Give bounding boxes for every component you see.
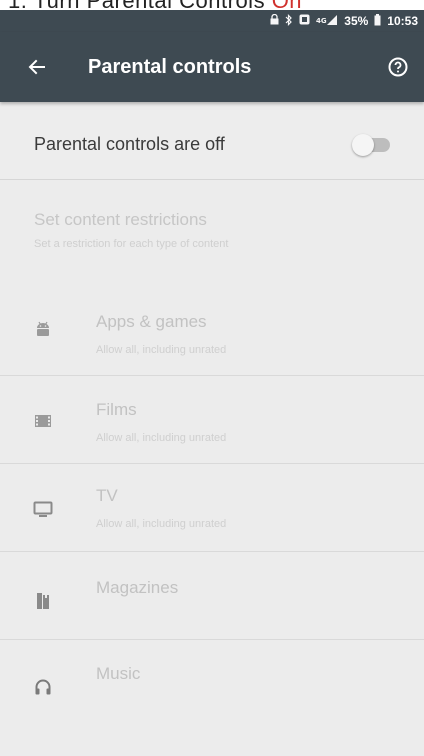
battery-icon bbox=[374, 13, 381, 29]
category-music[interactable]: Music bbox=[0, 640, 424, 728]
parental-controls-toggle-row[interactable]: Parental controls are off bbox=[0, 110, 424, 180]
nfc-icon bbox=[299, 14, 310, 28]
category-apps-games[interactable]: Apps & games Allow all, including unrate… bbox=[0, 288, 424, 376]
signal-icon: 4G bbox=[316, 14, 338, 28]
section-heading: Set content restrictions bbox=[34, 210, 207, 229]
help-button[interactable] bbox=[386, 55, 410, 79]
magazine-icon bbox=[32, 590, 54, 612]
help-circle-icon bbox=[388, 57, 408, 77]
category-description: Allow all, including unrated bbox=[96, 344, 227, 356]
app-bar: Parental controls bbox=[0, 32, 424, 102]
android-icon bbox=[32, 318, 54, 340]
parental-controls-switch[interactable] bbox=[352, 133, 390, 156]
category-magazines[interactable]: Magazines bbox=[0, 552, 424, 640]
status-bar: 4G 35% 10:53 bbox=[0, 10, 424, 32]
caption-accent: On bbox=[272, 0, 302, 10]
category-name: TV bbox=[96, 486, 118, 505]
tutorial-caption: 1. Turn Parental Controls On bbox=[0, 0, 424, 10]
headphones-icon bbox=[32, 676, 54, 698]
page-title: Parental controls bbox=[88, 55, 252, 78]
tv-icon bbox=[32, 498, 54, 520]
film-icon bbox=[32, 410, 54, 432]
content-restrictions-header: Set content restrictions Set a restricti… bbox=[0, 196, 424, 286]
category-name: Magazines bbox=[96, 578, 179, 597]
category-description: Allow all, including unrated bbox=[96, 432, 227, 444]
category-name: Music bbox=[96, 664, 141, 683]
bluetooth-icon bbox=[285, 13, 293, 29]
battery-percent: 35% bbox=[344, 14, 369, 28]
category-name: Apps & games bbox=[96, 312, 207, 331]
arrow-back-icon bbox=[28, 59, 45, 75]
section-subtitle: Set a restriction for each type of conte… bbox=[34, 238, 229, 250]
category-films[interactable]: Films Allow all, including unrated bbox=[0, 376, 424, 464]
switch-knob bbox=[352, 133, 374, 156]
clock-time: 10:53 bbox=[387, 14, 418, 28]
svg-text:4G: 4G bbox=[316, 17, 327, 25]
category-name: Films bbox=[96, 400, 137, 419]
category-description: Allow all, including unrated bbox=[96, 518, 227, 530]
lock-icon bbox=[270, 13, 279, 28]
parental-controls-status-label: Parental controls are off bbox=[34, 134, 225, 154]
back-button[interactable] bbox=[22, 52, 52, 82]
caption-prefix: 1. Turn Parental Controls bbox=[8, 0, 272, 10]
category-tv[interactable]: TV Allow all, including unrated bbox=[0, 464, 424, 552]
